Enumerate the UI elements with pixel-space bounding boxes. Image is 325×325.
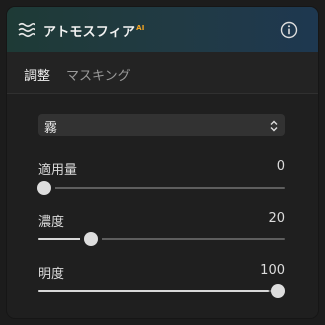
amount-slider-thumb[interactable] [37, 181, 51, 195]
density-slider-thumb[interactable] [84, 232, 98, 246]
brightness-label: 明度 [38, 267, 65, 282]
brightness-slider-fill [38, 290, 269, 292]
preset-select[interactable]: 霧 [38, 114, 285, 136]
brightness-slider-thumb[interactable] [271, 284, 285, 298]
density-value: 20 [268, 211, 285, 226]
amount-label: 適用量 [38, 163, 78, 178]
tab-adjust[interactable]: 調整 [24, 65, 50, 84]
amount-slider-track [38, 187, 285, 189]
adjust-content: 霧 適用量 0 濃度 20 明度 100 [7, 94, 318, 318]
tab-masking[interactable]: マスキング [66, 65, 131, 84]
amount-slider[interactable] [33, 181, 285, 195]
density-slider[interactable] [38, 232, 285, 246]
preset-select-value: 霧 [44, 121, 58, 136]
panel-title-text: アトモスフィア [43, 25, 136, 40]
density-label: 濃度 [38, 215, 65, 230]
brightness-slider[interactable] [38, 284, 285, 298]
info-icon[interactable] [280, 21, 298, 39]
panel-header: アトモスフィアAI [7, 7, 318, 52]
tab-bar: 調整 マスキング [7, 52, 318, 94]
amount-value: 0 [276, 159, 285, 174]
density-slider-fill [38, 238, 81, 240]
atmosphere-panel: アトモスフィアAI 調整 マスキング 霧 適用量 0 濃度 20 明度 100 [7, 7, 318, 318]
panel-title: アトモスフィアAI [43, 21, 145, 40]
brightness-value: 100 [260, 263, 285, 278]
fog-icon [18, 21, 36, 38]
chevron-updown-icon [269, 118, 279, 132]
ai-badge: AI [136, 24, 145, 32]
